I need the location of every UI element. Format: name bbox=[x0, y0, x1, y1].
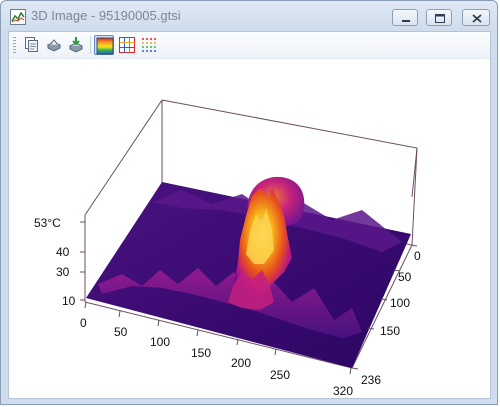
close-button[interactable] bbox=[462, 9, 490, 26]
print-icon bbox=[46, 39, 62, 52]
toolbar-grip[interactable] bbox=[13, 37, 16, 53]
x-tick-label: 250 bbox=[270, 368, 290, 382]
x-tick-label: 200 bbox=[231, 356, 251, 370]
export-icon bbox=[68, 37, 84, 53]
toolbar bbox=[9, 32, 490, 59]
y-tick-label: 100 bbox=[390, 296, 410, 310]
z-tick-label: 40 bbox=[56, 245, 70, 259]
y-tick-label: 0 bbox=[414, 249, 421, 263]
x-tick-label: 0 bbox=[80, 316, 87, 330]
title-bar[interactable]: 3D Image - 95190005.gtsi bbox=[1, 1, 497, 31]
minimize-icon bbox=[402, 20, 410, 22]
print-button[interactable] bbox=[44, 35, 64, 55]
y-tick-label: 150 bbox=[380, 324, 400, 338]
toolbar-separator bbox=[90, 36, 91, 54]
dot-grid-icon bbox=[142, 38, 156, 52]
z-tick-label: 30 bbox=[56, 265, 70, 279]
x-tick-label: 320 bbox=[333, 384, 353, 398]
x-tick-label: 50 bbox=[114, 325, 128, 339]
export-button[interactable] bbox=[66, 35, 86, 55]
close-icon bbox=[472, 14, 482, 23]
grid-mesh-icon bbox=[119, 37, 135, 53]
y-tick-label: 50 bbox=[398, 270, 412, 284]
copy-report-icon bbox=[25, 37, 38, 52]
y-tick-label: 236 bbox=[361, 373, 381, 387]
dot-grid-button[interactable] bbox=[139, 35, 159, 55]
minimize-button[interactable] bbox=[392, 9, 418, 26]
z-tick-label: 53°C bbox=[34, 216, 61, 230]
z-axis: 53°C 40 30 10 bbox=[34, 216, 85, 308]
surface-plot[interactable]: 53°C 40 30 10 0 50 100 150 200 250 320 0… bbox=[9, 59, 490, 398]
restore-icon bbox=[435, 14, 445, 23]
x-tick-label: 100 bbox=[150, 335, 170, 349]
client-area: 53°C 40 30 10 0 50 100 150 200 250 320 0… bbox=[8, 31, 491, 399]
window-title: 3D Image - 95190005.gtsi bbox=[31, 8, 181, 23]
copy-report-button[interactable] bbox=[21, 35, 41, 55]
x-tick-label: 150 bbox=[191, 346, 211, 360]
app-window: 3D Image - 95190005.gtsi 53°C 40 30 10 0… bbox=[0, 0, 498, 405]
color-palette-surface-icon bbox=[96, 37, 114, 55]
chart-app-icon bbox=[10, 9, 26, 25]
grid-mesh-button[interactable] bbox=[117, 35, 137, 55]
color-surface-button[interactable] bbox=[94, 35, 114, 55]
z-tick-label: 10 bbox=[62, 294, 76, 308]
maximize-button[interactable] bbox=[426, 9, 452, 26]
